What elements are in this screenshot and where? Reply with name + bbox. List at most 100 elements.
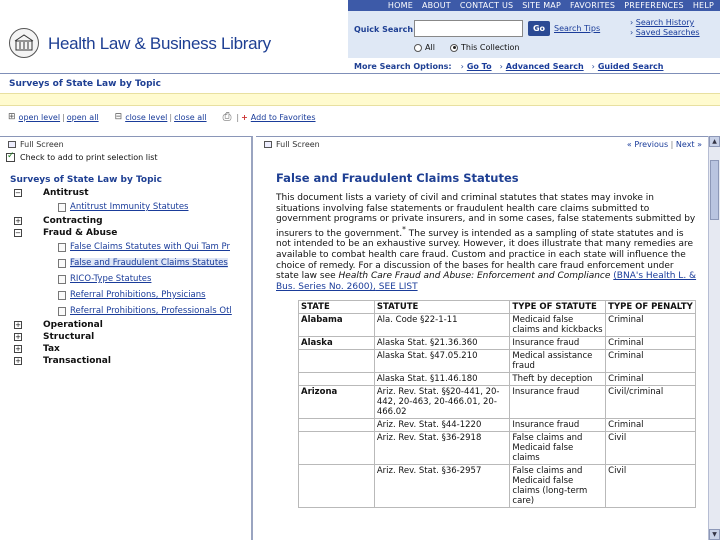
breadcrumb: Surveys of State Law by Topic	[9, 79, 161, 89]
document-icon	[58, 202, 66, 212]
document-icon	[58, 290, 66, 300]
topnav-home[interactable]: HOME	[388, 1, 413, 10]
table-cell: Insurance fraud	[509, 385, 607, 420]
tree-title[interactable]: Surveys of State Law by Topic	[10, 175, 251, 185]
table-cell: Alaska	[298, 336, 375, 351]
tree-node[interactable]: − Fraud & Abuse	[14, 227, 251, 239]
go-button[interactable]: Go	[528, 21, 550, 36]
next-link[interactable]: Next »	[676, 140, 702, 149]
printer-icon[interactable]: ⎙	[223, 110, 232, 124]
table-cell: Civil	[605, 431, 696, 466]
table-cell: Insurance fraud	[509, 336, 607, 351]
topnav-favorites[interactable]: FAVORITES	[570, 1, 615, 10]
tree-node[interactable]: + Transactional	[14, 355, 251, 367]
tree-leaf-link[interactable]: Antitrust Immunity Statutes	[70, 202, 189, 212]
topnav-contact-us[interactable]: CONTACT US	[460, 1, 513, 10]
tree-leaf-link[interactable]: False Claims Statutes with Qui Tam Pr	[70, 242, 230, 252]
close-all-link[interactable]: close all	[174, 113, 207, 122]
left-pane: Full Screen Check to add to print select…	[0, 136, 253, 540]
tree-node[interactable]: + Structural	[14, 331, 251, 343]
saved-searches-link[interactable]: Saved Searches	[636, 28, 700, 37]
collapse-icon[interactable]: −	[14, 229, 22, 237]
table-row: Arizona Ariz. Rev. Stat. §§20-441, 20-442…	[298, 385, 696, 420]
tree-leaf[interactable]: Referral Prohibitions, Professionals Otl	[14, 303, 251, 319]
expand-icon[interactable]: +	[14, 321, 22, 329]
expand-icon[interactable]: +	[14, 357, 22, 365]
table-cell: Criminal	[605, 418, 696, 433]
tree-leaf-link[interactable]: RICO-Type Statutes	[70, 274, 151, 284]
tree-leaf[interactable]: False Claims Statutes with Qui Tam Pr	[14, 239, 251, 255]
table-row: Alabama Ala. Code §22-1-11 Medicaid false …	[298, 313, 696, 338]
document-icon	[58, 306, 66, 316]
quick-search-input[interactable]	[414, 20, 523, 37]
open-all-link[interactable]: open all	[67, 113, 99, 122]
tree-node[interactable]: − Antitrust	[14, 187, 251, 199]
goto-link[interactable]: Go To	[467, 62, 492, 71]
expand-icon[interactable]: +	[14, 217, 22, 225]
tree-leaf[interactable]: Antitrust Immunity Statutes	[14, 199, 251, 215]
tree-leaf-link[interactable]: Referral Prohibitions, Professionals Otl	[70, 306, 232, 316]
topnav-about[interactable]: ABOUT	[422, 1, 451, 10]
previous-link[interactable]: « Previous	[627, 140, 668, 149]
guided-search-link[interactable]: Guided Search	[598, 62, 664, 71]
bna-logo-icon[interactable]	[9, 28, 39, 58]
vertical-scrollbar[interactable]: ▲ ▼	[708, 136, 720, 540]
table-row: Ariz. Rev. Stat. §36-2918 False claims an…	[298, 431, 696, 466]
scroll-thumb[interactable]	[710, 160, 719, 220]
document-icon	[58, 242, 66, 252]
tree-node-label: Transactional	[43, 356, 111, 366]
tree-leaf-link[interactable]: False and Fraudulent Claims Statutes	[70, 258, 228, 268]
tree-leaf[interactable]: RICO-Type Statutes	[14, 271, 251, 287]
document-title: False and Fraudulent Claims Statutes	[276, 171, 519, 185]
table-body: Alabama Ala. Code §22-1-11 Medicaid false …	[298, 313, 696, 509]
expand-icon[interactable]: +	[14, 345, 22, 353]
table-cell: Ala. Code §22-1-11	[373, 313, 511, 338]
close-level-link[interactable]: close level	[125, 113, 167, 122]
fullscreen-icon	[264, 140, 272, 148]
search-history-link[interactable]: Search History	[636, 18, 695, 27]
more-search-options: More Search Options: › Go To › Advanced Se…	[354, 61, 664, 71]
column-header: TYPE OF PENALTY	[605, 300, 696, 315]
table-cell: Alabama	[298, 313, 375, 338]
table-row: Alaska Stat. §47.05.210 Medical assistanc…	[298, 349, 696, 374]
table-cell: False claims and Medicaid false claims	[509, 431, 607, 466]
scope-all-radio[interactable]: All	[414, 43, 435, 52]
right-fullscreen-toggle[interactable]: Full Screen	[276, 140, 320, 149]
right-pane-header: Full Screen « Previous | Next »	[256, 137, 708, 151]
scroll-up-icon[interactable]: ▲	[709, 136, 720, 147]
advanced-search-link[interactable]: Advanced Search	[506, 62, 584, 71]
collapse-icon[interactable]: −	[14, 189, 22, 197]
quick-search-panel: Quick Search Go Search Tips › Search His…	[348, 11, 720, 58]
open-level-link[interactable]: open level	[19, 113, 61, 122]
close-tree-icon: ⊟	[114, 112, 123, 122]
table-cell: Medical assistance fraud	[509, 349, 607, 374]
document-icon	[58, 274, 66, 284]
tree-node[interactable]: + Tax	[14, 343, 251, 355]
search-tips-link[interactable]: Search Tips	[554, 24, 600, 33]
expand-icon[interactable]: +	[14, 333, 22, 341]
topnav-site-map[interactable]: SITE MAP	[522, 1, 561, 10]
table-cell	[298, 418, 375, 433]
scope-collection-radio[interactable]: This Collection	[450, 43, 519, 52]
tree-leaf-link[interactable]: Referral Prohibitions, Physicians	[70, 290, 206, 300]
table-cell: Alaska Stat. §21.36.360	[373, 336, 511, 351]
table-cell: Ariz. Rev. Stat. §36-2957	[373, 464, 511, 509]
site-title[interactable]: Health Law & Business Library	[48, 34, 271, 54]
scroll-down-icon[interactable]: ▼	[709, 529, 720, 540]
see-list-link[interactable]: SEE LIST	[376, 282, 418, 292]
add-to-favorites-link[interactable]: Add to Favorites	[251, 113, 316, 122]
column-header: STATUTE	[373, 300, 511, 315]
left-fullscreen-toggle[interactable]: Full Screen	[0, 137, 251, 151]
doc-navigation: « Previous | Next »	[626, 140, 702, 149]
table-cell: Civil	[605, 464, 696, 509]
print-selection-row: Check to add to print selection list	[0, 151, 251, 162]
header: Health Law & Business Library	[0, 0, 348, 72]
print-selection-checkbox[interactable]	[6, 151, 15, 162]
tree-node[interactable]: + Contracting	[14, 215, 251, 227]
topnav-preferences[interactable]: PREFERENCES	[624, 1, 684, 10]
tree-leaf[interactable]: False and Fraudulent Claims Statutes	[14, 255, 251, 271]
topnav-help[interactable]: HELP	[693, 1, 714, 10]
arrow-icon: ›	[499, 61, 503, 71]
tree-leaf[interactable]: Referral Prohibitions, Physicians	[14, 287, 251, 303]
tree-node[interactable]: + Operational	[14, 319, 251, 331]
